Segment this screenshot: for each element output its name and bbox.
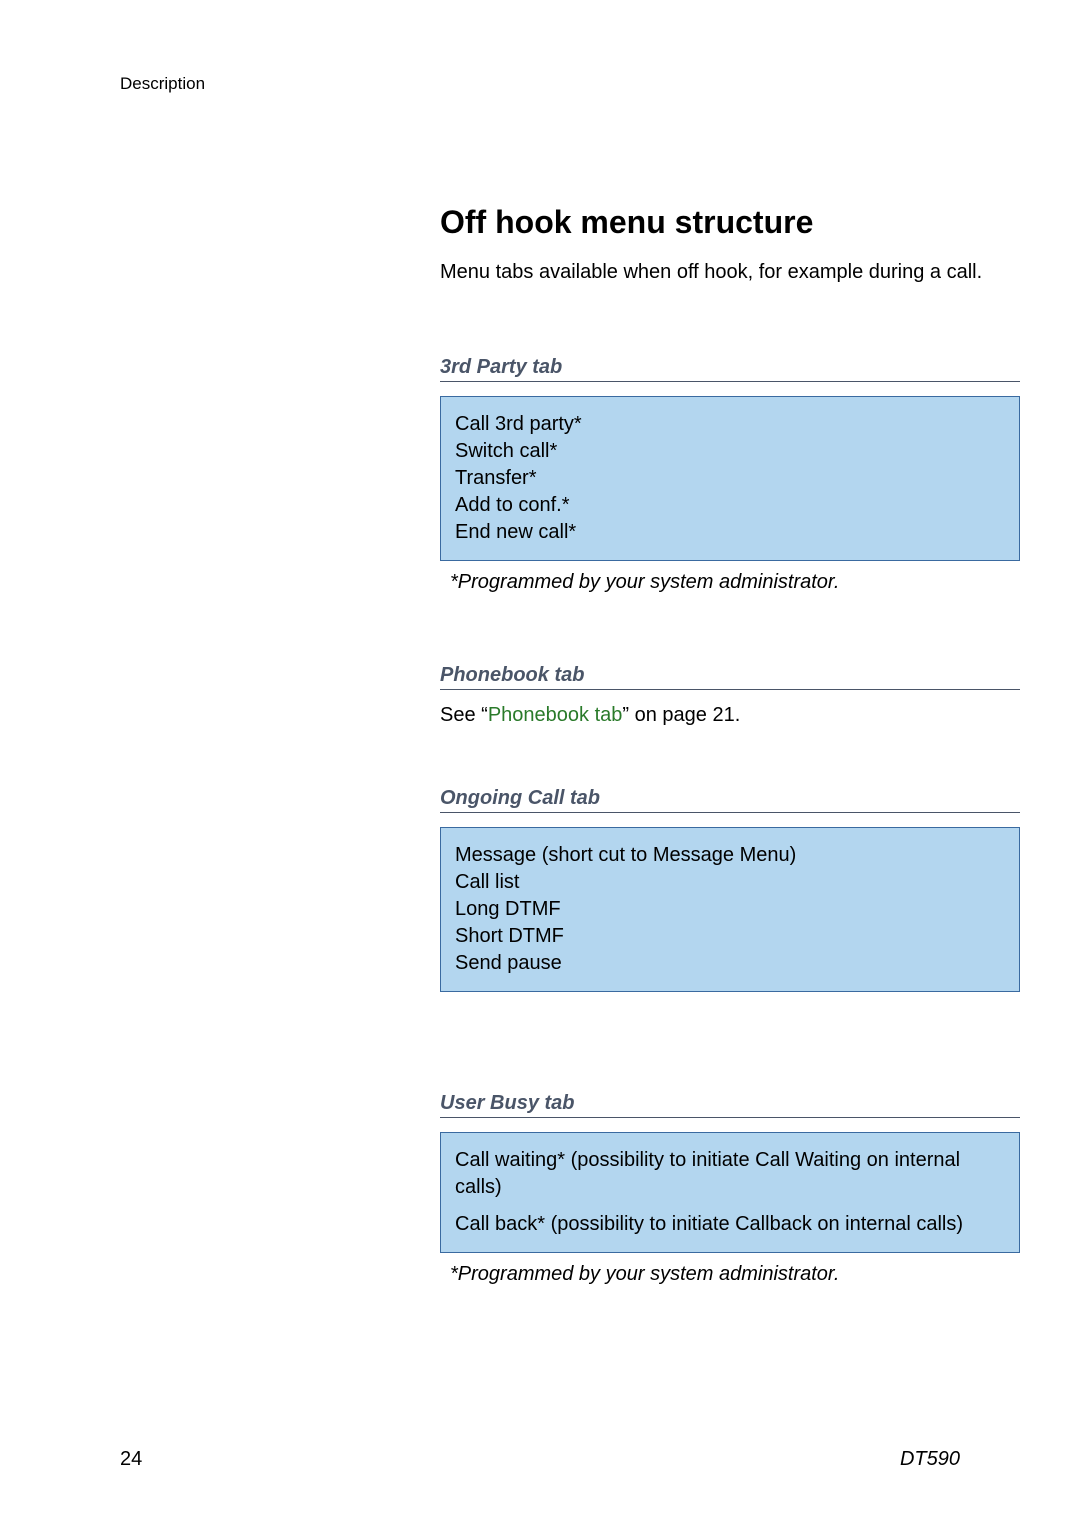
see-reference: See “Phonebook tab” on page 21. xyxy=(440,704,1020,727)
see-post: ” on page 21. xyxy=(622,704,740,726)
section-heading-ongoing-call: Ongoing Call tab xyxy=(440,787,1020,813)
footer: 24 DT590 xyxy=(120,1448,960,1471)
box-line: End new call* xyxy=(455,519,1005,546)
note-3rd-party: *Programmed by your system administrator… xyxy=(450,571,1020,594)
running-header: Description xyxy=(120,74,960,94)
box-line: Call 3rd party* xyxy=(455,411,1005,438)
page: Description Off hook menu structure Menu… xyxy=(0,0,1080,1529)
box-line: Call list xyxy=(455,869,1005,896)
box-line: Call waiting* (possibility to initiate C… xyxy=(455,1147,1005,1201)
box-line: Call back* (possibility to initiate Call… xyxy=(455,1211,1005,1238)
page-number: 24 xyxy=(120,1448,142,1471)
page-title: Off hook menu structure xyxy=(440,204,1020,241)
phonebook-link[interactable]: Phonebook tab xyxy=(488,704,623,726)
box-line: Long DTMF xyxy=(455,896,1005,923)
box-line: Short DTMF xyxy=(455,923,1005,950)
box-line: Add to conf.* xyxy=(455,492,1005,519)
note-user-busy: *Programmed by your system administrator… xyxy=(450,1263,1020,1286)
box-line: Message (short cut to Message Menu) xyxy=(455,842,1005,869)
box-line: Transfer* xyxy=(455,465,1005,492)
box-3rd-party: Call 3rd party* Switch call* Transfer* A… xyxy=(440,396,1020,561)
see-pre: See “ xyxy=(440,704,488,726)
section-heading-phonebook: Phonebook tab xyxy=(440,664,1020,690)
box-user-busy: Call waiting* (possibility to initiate C… xyxy=(440,1132,1020,1253)
model-label: DT590 xyxy=(900,1448,960,1471)
spacer xyxy=(440,1002,1020,1092)
section-heading-3rd-party: 3rd Party tab xyxy=(440,356,1020,382)
intro-paragraph: Menu tabs available when off hook, for e… xyxy=(440,259,1020,286)
box-line: Switch call* xyxy=(455,438,1005,465)
box-ongoing-call: Message (short cut to Message Menu) Call… xyxy=(440,827,1020,992)
content-area: Off hook menu structure Menu tabs availa… xyxy=(440,204,1020,1286)
box-line: Send pause xyxy=(455,950,1005,977)
section-heading-user-busy: User Busy tab xyxy=(440,1092,1020,1118)
